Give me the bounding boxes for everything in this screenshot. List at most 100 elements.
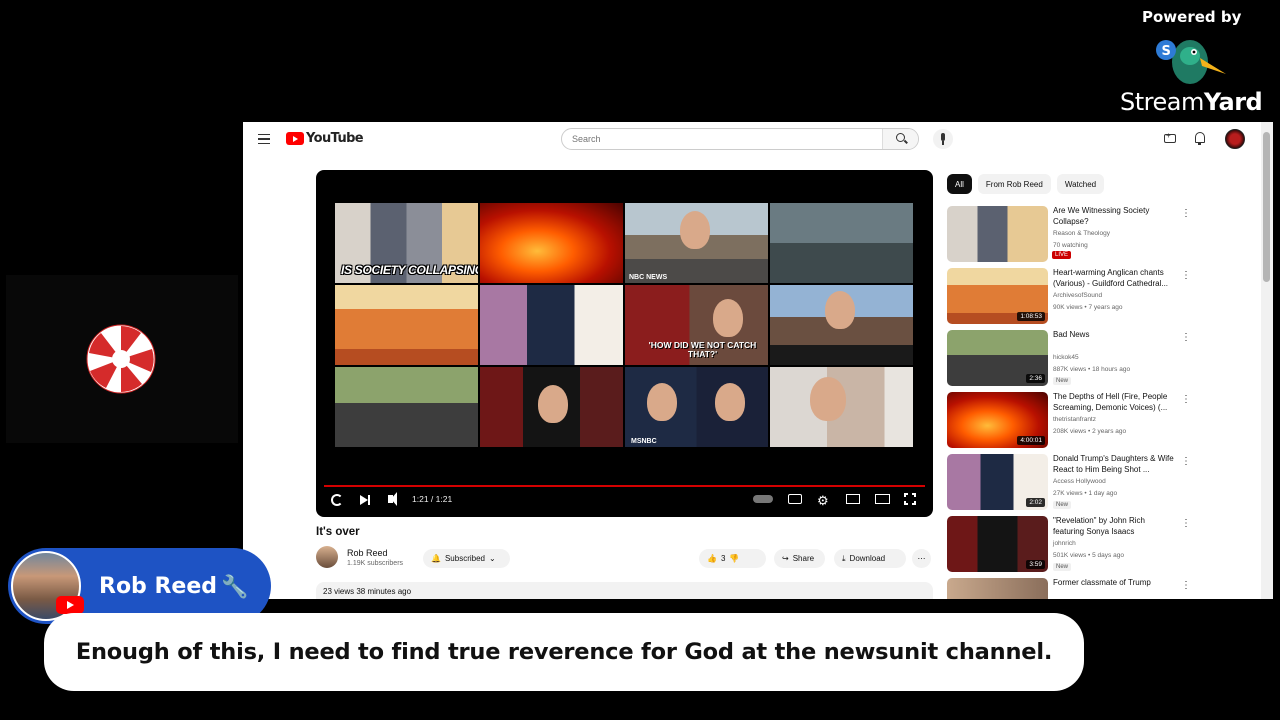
- microphone-icon[interactable]: [933, 129, 953, 149]
- more-options-icon[interactable]: ⋮: [1181, 394, 1191, 405]
- recommended-video[interactable]: 1:08:53 Heart-warming Anglican chants (V…: [947, 268, 1197, 330]
- video-thumbnail[interactable]: 2:02: [947, 454, 1048, 510]
- channel-name[interactable]: Rob Reed: [347, 548, 388, 558]
- recommended-title[interactable]: Heart-warming Anglican chants (Various) …: [1053, 268, 1177, 289]
- more-options-icon[interactable]: ⋮: [1181, 270, 1191, 281]
- settings-gear-icon[interactable]: ⚙: [817, 493, 829, 509]
- fullscreen-icon[interactable]: [903, 492, 917, 506]
- recommended-meta: 27K views • 1 day ago: [1053, 490, 1118, 497]
- chip-all[interactable]: All: [947, 174, 972, 194]
- video-thumbnail[interactable]: 1:08:53: [947, 268, 1048, 324]
- caption-banner: Enough of this, I need to find true reve…: [44, 613, 1084, 691]
- account-avatar[interactable]: [1225, 129, 1245, 149]
- recommended-channel[interactable]: ArchivesofSound: [1053, 292, 1102, 299]
- collage-tile-cowboy: [480, 367, 623, 447]
- share-label: Share: [792, 554, 815, 563]
- more-options-icon[interactable]: ⋮: [1181, 456, 1191, 467]
- banner-text: Enough of this, I need to find true reve…: [75, 639, 1053, 665]
- video-thumbnail[interactable]: [947, 578, 1048, 599]
- peppermint-icon: [86, 324, 156, 394]
- share-button[interactable]: ↪ Share: [774, 549, 825, 568]
- recommended-title[interactable]: Former classmate of Trump: [1053, 578, 1177, 589]
- recommended-channel[interactable]: Reason & Theology: [1053, 230, 1110, 237]
- miniplayer-icon[interactable]: [846, 494, 860, 504]
- collage-tile-elder: [770, 367, 913, 447]
- like-button[interactable]: 👍 3 👎: [699, 549, 766, 568]
- channel-avatar[interactable]: [316, 546, 338, 568]
- recommended-meta: 887K views • 18 hours ago: [1053, 366, 1131, 373]
- streamyard-wordmark: StreamYard: [1120, 88, 1263, 116]
- recommended-title[interactable]: "Revelation" by John Rich featuring Sony…: [1053, 516, 1177, 537]
- youtube-logo[interactable]: YouTube: [286, 131, 364, 146]
- theater-mode-icon[interactable]: [875, 494, 890, 504]
- collage-tile-interview: 'HOW DID WE NOT CATCH THAT?': [625, 285, 768, 365]
- recommended-video[interactable]: 2:02 Donald Trump's Daughters & Wife Rea…: [947, 454, 1197, 516]
- description-box[interactable]: 23 views 38 minutes ago: [316, 582, 933, 599]
- more-options-icon[interactable]: ⋮: [1181, 332, 1191, 343]
- video-thumbnail[interactable]: [947, 206, 1048, 262]
- person-face: [680, 211, 710, 249]
- more-actions-icon[interactable]: ⋯: [912, 549, 931, 568]
- download-button[interactable]: ⤓ Download: [834, 549, 906, 568]
- collage-tile-msnbc: MSNBC: [625, 367, 768, 447]
- search-input[interactable]: [562, 129, 872, 149]
- video-thumbnail[interactable]: 4:00:01: [947, 392, 1048, 448]
- more-options-icon[interactable]: ⋮: [1181, 208, 1191, 219]
- collage-caption-catch: 'HOW DID WE NOT CATCH THAT?': [648, 340, 757, 359]
- search-icon: [896, 133, 905, 142]
- collage-caption-nbc: NBC NEWS: [629, 274, 668, 281]
- youtube-play-icon: [286, 132, 304, 145]
- chip-watched[interactable]: Watched: [1056, 174, 1105, 194]
- recommended-video[interactable]: 4:00:01 The Depths of Hell (Fire, People…: [947, 392, 1197, 454]
- subscribed-label: Subscribed: [444, 554, 485, 563]
- replay-icon[interactable]: [331, 494, 343, 506]
- video-thumbnail[interactable]: 3:59: [947, 516, 1048, 572]
- chip-from-channel[interactable]: From Rob Reed: [977, 174, 1051, 194]
- recommended-meta: 208K views • 2 years ago: [1053, 428, 1127, 435]
- recommended-channel[interactable]: Access Hollywood: [1053, 478, 1106, 485]
- hamburger-menu-icon[interactable]: [258, 134, 270, 144]
- recommended-video[interactable]: 2:36 Bad News hickok45 887K views • 18 h…: [947, 330, 1197, 392]
- person-face: [715, 383, 745, 421]
- scrollbar[interactable]: [1261, 122, 1273, 599]
- streamyard-logo-icon: S: [1156, 40, 1226, 84]
- autoplay-toggle[interactable]: [753, 495, 773, 503]
- video-player[interactable]: IS SOCIETY COLLAPSING? NBC NEWS 'HOW DID…: [316, 170, 933, 517]
- recommended-title[interactable]: Are We Witnessing Society Collapse?: [1053, 206, 1177, 227]
- like-count: 3: [720, 554, 726, 563]
- scrollbar-thumb[interactable]: [1263, 132, 1270, 282]
- video-thumbnail[interactable]: 2:36: [947, 330, 1048, 386]
- collage-tile-range: [335, 367, 478, 447]
- next-icon[interactable]: [360, 495, 370, 505]
- recommended-video[interactable]: Are We Witnessing Society Collapse? Reas…: [947, 206, 1197, 268]
- recommended-channel[interactable]: johnrich: [1053, 540, 1076, 547]
- person-face: [713, 299, 743, 337]
- recommended-title[interactable]: Donald Trump's Daughters & Wife React to…: [1053, 454, 1177, 475]
- collage-tile-screens: [770, 203, 913, 283]
- filter-chips: All From Rob Reed Watched: [947, 174, 1105, 194]
- duration-badge: 3:59: [1026, 560, 1045, 569]
- collage-tile-choir: [335, 285, 478, 365]
- recommended-channel[interactable]: thetristanfrantz: [1053, 416, 1096, 423]
- search-button[interactable]: [882, 129, 918, 149]
- create-video-icon[interactable]: [1164, 131, 1176, 143]
- recommended-channel[interactable]: hickok45: [1053, 354, 1079, 361]
- youtube-header: YouTube: [243, 122, 1273, 158]
- recommended-video[interactable]: 3:59 "Revelation" by John Rich featuring…: [947, 516, 1197, 578]
- recommended-video[interactable]: Former classmate of Trump ⋮: [947, 578, 1197, 599]
- more-options-icon[interactable]: ⋮: [1181, 518, 1191, 529]
- person-face: [647, 383, 677, 421]
- recommended-title[interactable]: Bad News: [1053, 330, 1177, 341]
- more-options-icon[interactable]: ⋮: [1181, 580, 1191, 591]
- progress-bar[interactable]: [324, 485, 925, 487]
- svg-text:S: S: [1162, 44, 1171, 59]
- volume-icon[interactable]: [388, 492, 397, 506]
- thumbs-down-icon[interactable]: 👎: [729, 554, 739, 563]
- collage-tile-nbc: NBC NEWS: [625, 203, 768, 283]
- subscribed-button[interactable]: 🔔 Subscribed ⌄: [423, 549, 510, 568]
- collage-tile-young-man: [770, 285, 913, 365]
- recommended-title[interactable]: The Depths of Hell (Fire, People Screami…: [1053, 392, 1177, 413]
- notifications-bell-icon[interactable]: [1195, 132, 1205, 145]
- captions-icon[interactable]: [788, 494, 802, 504]
- stream-stage: Powered by S StreamYard YouTube Search +…: [0, 0, 1280, 720]
